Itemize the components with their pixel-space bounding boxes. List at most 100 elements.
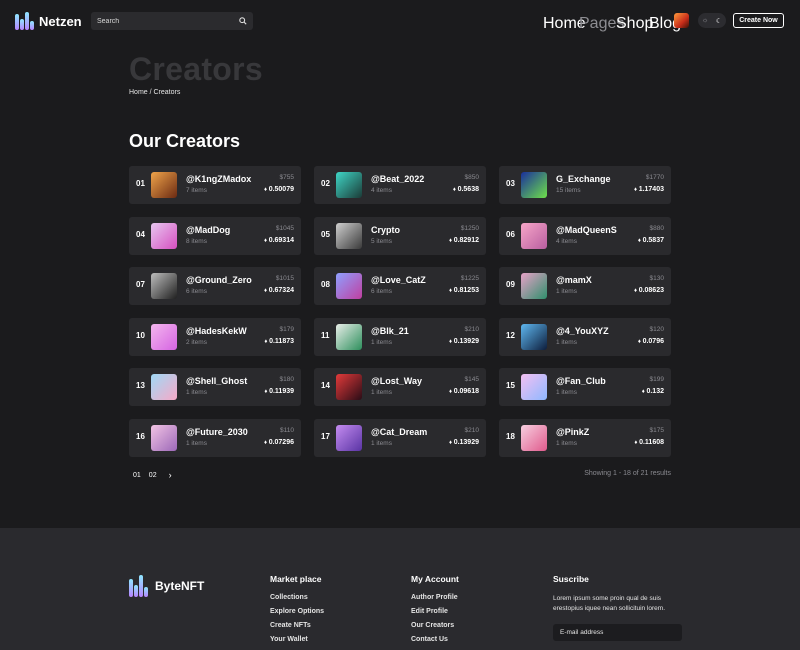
footer-link-collections[interactable]: Collections	[270, 594, 324, 601]
creator-avatar[interactable]	[151, 424, 177, 451]
footer-brand-logo[interactable]: ByteNFT	[128, 574, 204, 598]
creator-eth-price: 0.82912	[449, 237, 479, 244]
create-now-button[interactable]: Create Now	[733, 13, 784, 28]
top-header: Netzen Home Pages Shop Blog ☼ ☾ Create N…	[0, 0, 800, 42]
creator-card[interactable]: 12 @4_YouXYZ 1 items $120 0.0796	[499, 317, 671, 356]
creator-card[interactable]: 05 Crypto 5 items $1250 0.82912	[314, 216, 486, 255]
footer-link-creators[interactable]: Our Creators	[411, 622, 459, 629]
creator-avatar[interactable]	[521, 374, 547, 400]
creator-avatar[interactable]	[151, 273, 177, 299]
footer-brand-name: ByteNFT	[155, 579, 205, 593]
creator-avatar[interactable]	[521, 424, 547, 451]
creator-avatar[interactable]	[336, 273, 362, 299]
creator-card[interactable]: 07 @Ground_Zero 6 items $1015 0.67324	[129, 267, 301, 305]
creator-card[interactable]: 14 @Lost_Way 1 items $145 0.09618	[314, 368, 486, 406]
user-avatar[interactable]	[674, 13, 689, 28]
email-field[interactable]	[560, 629, 675, 636]
creator-card[interactable]: 16 @Future_2030 1 items $110 0.07296	[129, 418, 301, 457]
creator-items-count: 4 items	[556, 237, 577, 245]
creator-name[interactable]: @MadQueenS	[556, 225, 617, 235]
email-field-wrapper[interactable]	[553, 624, 682, 641]
creator-card[interactable]: 15 @Fan_Club 1 items $199 0.132	[499, 368, 671, 406]
creator-avatar[interactable]	[151, 323, 177, 350]
creator-items-count: 1 items	[556, 389, 577, 396]
creator-usd-price: $880	[649, 224, 664, 232]
creator-eth-price: 0.11608	[634, 439, 664, 446]
creator-card[interactable]: 03 G_Exchange 15 items $1770 1.17403	[499, 166, 671, 204]
creator-avatar[interactable]	[151, 374, 177, 400]
creator-card[interactable]: 06 @MadQueenS 4 items $880 0.5837	[499, 216, 671, 255]
search-box[interactable]	[91, 12, 253, 30]
creator-card[interactable]: 09 @mamX 1 items $130 0.08623	[499, 267, 671, 305]
creator-name[interactable]: @Fan_Club	[556, 376, 606, 386]
creator-rank: 08	[321, 280, 330, 289]
footer-link-contact[interactable]: Contact Us	[411, 636, 459, 643]
creator-avatar[interactable]	[336, 172, 362, 198]
brand-logo[interactable]: Netzen	[14, 11, 82, 31]
creator-usd-price: $145	[464, 376, 479, 383]
creator-name[interactable]: @Cat_Dream	[371, 427, 427, 437]
creator-avatar[interactable]	[336, 374, 362, 400]
creator-avatar[interactable]	[521, 273, 547, 299]
creator-avatar[interactable]	[336, 323, 362, 350]
search-input[interactable]	[97, 17, 239, 25]
page-2-link[interactable]: 02	[149, 472, 157, 479]
creator-name[interactable]: Crypto	[371, 225, 400, 235]
footer-link-edit-profile[interactable]: Edit Profile	[411, 608, 459, 615]
creator-avatar[interactable]	[336, 222, 362, 249]
creator-usd-price: $1770	[645, 174, 664, 181]
creator-name[interactable]: @HadesKekW	[186, 326, 247, 336]
creator-name[interactable]: @Blk_21	[371, 326, 409, 336]
nav-shop[interactable]: Shop	[616, 15, 653, 33]
footer-account-column: My Account Author Profile Edit Profile O…	[411, 574, 459, 650]
footer-link-author-profile[interactable]: Author Profile	[411, 594, 459, 601]
creator-name[interactable]: @Future_2030	[186, 427, 248, 437]
creator-card[interactable]: 17 @Cat_Dream 1 items $210 0.13929	[314, 418, 486, 457]
creator-items-count: 5 items	[371, 237, 392, 245]
creator-card[interactable]: 08 @Love_CatZ 6 items $1225 0.81253	[314, 267, 486, 305]
creator-card[interactable]: 10 @HadesKekW 2 items $179 0.11873	[129, 317, 301, 356]
creator-name[interactable]: @mamX	[556, 275, 592, 285]
creator-name[interactable]: @4_YouXYZ	[556, 326, 609, 336]
footer-link-create-nfts[interactable]: Create NFTs	[270, 622, 324, 629]
page-1-link[interactable]: 01	[133, 472, 141, 479]
creator-card[interactable]: 01 @K1ngZMadox 7 items $755 0.50079	[129, 166, 301, 204]
footer-link-wallet[interactable]: Your Wallet	[270, 636, 324, 643]
creator-avatar[interactable]	[521, 323, 547, 350]
search-icon[interactable]	[239, 17, 247, 25]
creator-eth-price: 0.13929	[449, 439, 479, 446]
next-page-icon[interactable]: ›	[169, 470, 172, 480]
creator-avatar[interactable]	[521, 172, 547, 198]
footer-marketplace-title: Market place	[270, 574, 322, 584]
logo-mark-icon	[14, 11, 34, 31]
creator-card[interactable]: 18 @PinkZ 1 items $175 0.11608	[499, 418, 671, 457]
creator-avatar[interactable]	[151, 172, 177, 198]
creator-card[interactable]: 11 @Blk_21 1 items $210 0.13929	[314, 317, 486, 356]
moon-icon[interactable]: ☾	[716, 17, 722, 25]
creator-avatar[interactable]	[521, 222, 547, 249]
creator-rank: 11	[321, 330, 330, 340]
creator-avatar[interactable]	[151, 222, 177, 249]
creator-name[interactable]: @Shell_Ghost	[186, 376, 247, 386]
creator-eth-price: 0.08623	[634, 287, 664, 294]
creator-card[interactable]: 04 @MadDog 8 items $1045 0.69314	[129, 216, 301, 255]
creator-name[interactable]: @Beat_2022	[371, 174, 424, 184]
creator-name[interactable]: @Ground_Zero	[186, 275, 252, 285]
creator-name[interactable]: @Lost_Way	[371, 376, 422, 386]
creator-card[interactable]: 13 @Shell_Ghost 1 items $180 0.11939	[129, 368, 301, 406]
section-title: Our Creators	[129, 131, 241, 151]
creator-rank: 14	[321, 381, 330, 390]
creator-name[interactable]: @MadDog	[186, 225, 230, 235]
creator-name[interactable]: G_Exchange	[556, 174, 611, 184]
creator-card[interactable]: 02 @Beat_2022 4 items $850 0.5638	[314, 166, 486, 204]
theme-toggle[interactable]: ☼ ☾	[698, 13, 726, 28]
creator-name[interactable]: @PinkZ	[556, 427, 589, 437]
creator-eth-price: 0.0796	[638, 338, 664, 345]
sun-icon[interactable]: ☼	[702, 17, 708, 24]
creator-usd-price: $1015	[275, 275, 294, 282]
creator-avatar[interactable]	[336, 424, 362, 451]
footer-link-explore[interactable]: Explore Options	[270, 608, 324, 615]
creator-name[interactable]: @Love_CatZ	[371, 275, 426, 285]
creator-rank: 10	[136, 330, 145, 340]
creator-name[interactable]: @K1ngZMadox	[186, 174, 251, 184]
